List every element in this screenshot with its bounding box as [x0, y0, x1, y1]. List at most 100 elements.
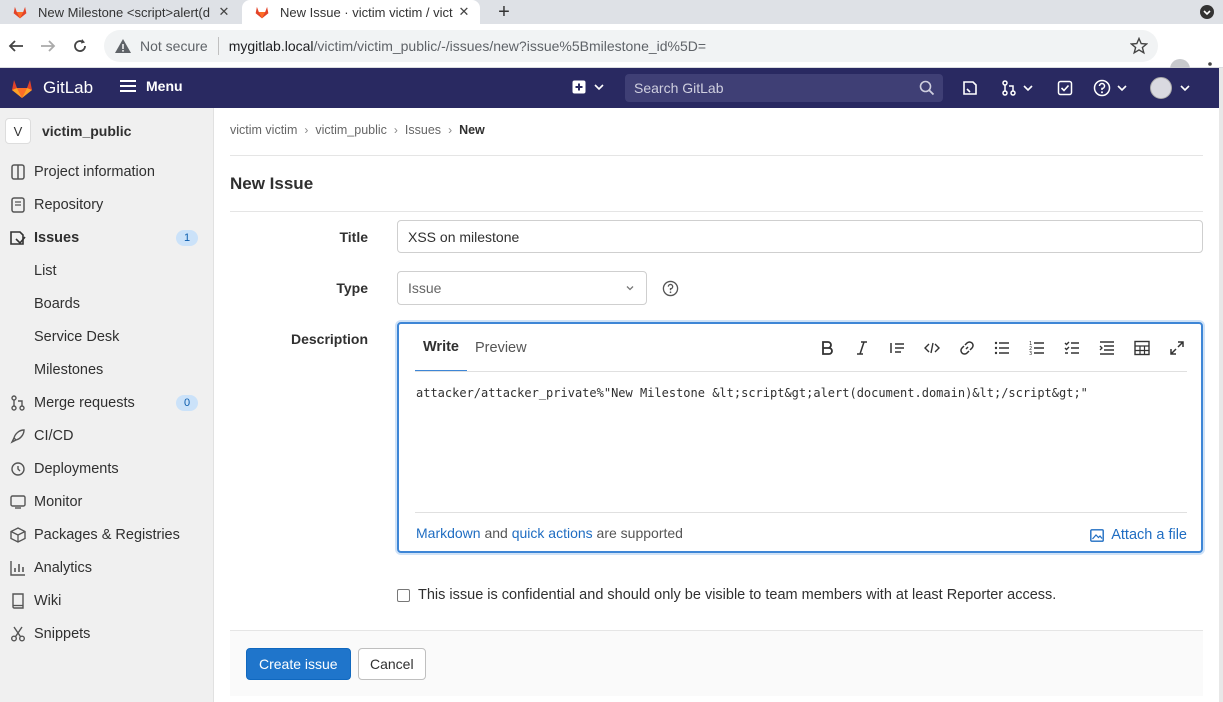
sidebar-item-label: Boards: [34, 296, 80, 312]
sidebar-item-label: Deployments: [34, 461, 119, 477]
table-icon[interactable]: [1132, 338, 1152, 358]
link-icon[interactable]: [957, 338, 977, 358]
task-list-icon[interactable]: [1062, 338, 1082, 358]
chevron-down-icon: [1117, 85, 1127, 92]
cancel-button[interactable]: Cancel: [358, 648, 426, 680]
editor-tabs: Write Preview: [415, 324, 535, 372]
sidebar-item-ci-cd[interactable]: CI/CD: [0, 421, 214, 451]
markdown-link[interactable]: Markdown: [416, 525, 481, 541]
breadcrumb-issues[interactable]: Issues: [405, 123, 441, 137]
sidebar-project-header[interactable]: V victim_public: [0, 116, 214, 146]
tab-write[interactable]: Write: [415, 324, 467, 372]
back-icon[interactable]: [6, 36, 26, 56]
menu-button[interactable]: Menu: [120, 78, 183, 94]
sidebar-item-list[interactable]: List: [0, 256, 214, 286]
gitlab-header: GitLab Menu Search GitLab: [0, 68, 1219, 108]
sidebar-item-label: Snippets: [34, 626, 91, 642]
merge-request-icon: [10, 395, 26, 411]
sidebar-item-label: CI/CD: [34, 428, 74, 444]
monitor-icon: [10, 494, 26, 510]
breadcrumb-current[interactable]: New: [459, 123, 485, 137]
browser-tabstrip: New Milestone <script>alert(d ✕ New Issu…: [0, 0, 1223, 24]
divider: [415, 512, 1187, 513]
breadcrumb-project[interactable]: victim_public: [315, 123, 387, 137]
gitlab-favicon-icon: [13, 6, 27, 19]
numbered-list-icon[interactable]: 123: [1027, 338, 1047, 358]
confidential-checkbox-row[interactable]: This issue is confidential and should on…: [397, 587, 1056, 603]
sidebar-item-boards[interactable]: Boards: [0, 289, 214, 319]
attach-file-button[interactable]: Attach a file: [1090, 527, 1187, 543]
attach-file-label: Attach a file: [1111, 527, 1187, 543]
merge-requests-count-badge: 0: [176, 395, 198, 411]
app-name[interactable]: GitLab: [43, 78, 93, 98]
confidential-checkbox[interactable]: [397, 588, 410, 602]
sidebar-item-project-information[interactable]: Project information: [0, 157, 214, 187]
sidebar-item-deployments[interactable]: Deployments: [0, 454, 214, 484]
type-select[interactable]: Issue: [397, 271, 647, 305]
url-host: mygitlab.local: [228, 38, 314, 54]
bookmark-star-icon[interactable]: [1130, 37, 1148, 55]
description-editor: Write Preview 123 attacker/attacker_priv…: [397, 322, 1203, 553]
sidebar-item-label: Merge requests: [34, 395, 135, 411]
sidebar-item-monitor[interactable]: Monitor: [0, 487, 214, 517]
quote-icon[interactable]: [887, 338, 907, 358]
type-select-value: Issue: [408, 280, 442, 296]
browser-tab-new-issue[interactable]: New Issue · victim victim / vict ✕: [242, 0, 480, 24]
bullet-list-icon[interactable]: [992, 338, 1012, 358]
gitlab-logo-icon[interactable]: [10, 76, 34, 100]
package-icon: [10, 527, 26, 543]
todos-header-icon[interactable]: [1057, 80, 1073, 96]
code-icon[interactable]: [922, 338, 942, 358]
quick-actions-link[interactable]: quick actions: [512, 525, 593, 541]
gitlab-favicon-icon: [255, 6, 269, 19]
merge-requests-header-icon[interactable]: [1001, 80, 1033, 96]
title-input[interactable]: XSS on milestone: [397, 220, 1203, 253]
browser-tab-milestone[interactable]: New Milestone <script>alert(d ✕: [0, 0, 240, 24]
sidebar-item-service-desk[interactable]: Service Desk: [0, 322, 214, 352]
reload-icon[interactable]: [70, 36, 90, 56]
chevron-down-icon[interactable]: [1180, 84, 1190, 92]
sidebar-item-label: Packages & Registries: [34, 527, 180, 543]
tab-preview[interactable]: Preview: [467, 324, 535, 372]
sidebar-item-analytics[interactable]: Analytics: [0, 553, 214, 583]
collapsible-section-icon[interactable]: [1097, 338, 1117, 358]
sidebar-item-snippets[interactable]: Snippets: [0, 619, 214, 649]
fullscreen-icon[interactable]: [1167, 338, 1187, 358]
editor-toolbar: 123: [802, 338, 1187, 358]
help-header-icon[interactable]: [1093, 79, 1127, 97]
new-tab-icon[interactable]: +: [492, 0, 516, 24]
close-tab-icon[interactable]: ✕: [216, 4, 232, 20]
sidebar-item-wiki[interactable]: Wiki: [0, 586, 214, 616]
chevron-right-icon: ›: [393, 123, 398, 137]
tab-search-icon[interactable]: [1199, 4, 1215, 20]
book-icon: [10, 593, 26, 609]
issues-header-icon[interactable]: [962, 80, 978, 96]
sidebar: V victim_public Project information Repo…: [0, 108, 214, 702]
tab-title: New Issue · victim victim / vict: [280, 4, 453, 20]
sidebar-item-label: Issues: [34, 230, 80, 246]
italic-icon[interactable]: [852, 338, 872, 358]
project-avatar: V: [5, 118, 31, 144]
issues-icon: [10, 230, 26, 246]
scissors-icon: [10, 626, 26, 642]
sidebar-item-repository[interactable]: Repository: [0, 190, 214, 220]
description-textarea[interactable]: attacker/attacker_private%"New Milestone…: [416, 386, 1088, 400]
sidebar-item-merge-requests[interactable]: Merge requests 0: [0, 388, 214, 418]
confidential-label: This issue is confidential and should on…: [418, 587, 1057, 603]
forward-icon[interactable]: [38, 36, 58, 56]
breadcrumb: victim victim › victim_public › Issues ›…: [230, 123, 485, 137]
user-avatar[interactable]: [1150, 77, 1172, 99]
address-bar[interactable]: Not secure mygitlab.local/victim/victim_…: [104, 30, 1158, 62]
bold-icon[interactable]: [817, 338, 837, 358]
breadcrumb-user[interactable]: victim victim: [230, 123, 297, 137]
sidebar-item-milestones[interactable]: Milestones: [0, 355, 214, 385]
close-tab-icon[interactable]: ✕: [456, 4, 472, 20]
sidebar-item-packages-registries[interactable]: Packages & Registries: [0, 520, 214, 550]
new-item-dropdown[interactable]: [572, 80, 604, 94]
create-issue-button[interactable]: Create issue: [246, 648, 351, 680]
sidebar-item-issues[interactable]: Issues 1: [0, 223, 214, 253]
info-icon: [10, 164, 26, 180]
page-scrollbar[interactable]: [1219, 68, 1223, 702]
question-circle-icon[interactable]: [662, 280, 679, 297]
search-input[interactable]: Search GitLab: [625, 74, 943, 102]
